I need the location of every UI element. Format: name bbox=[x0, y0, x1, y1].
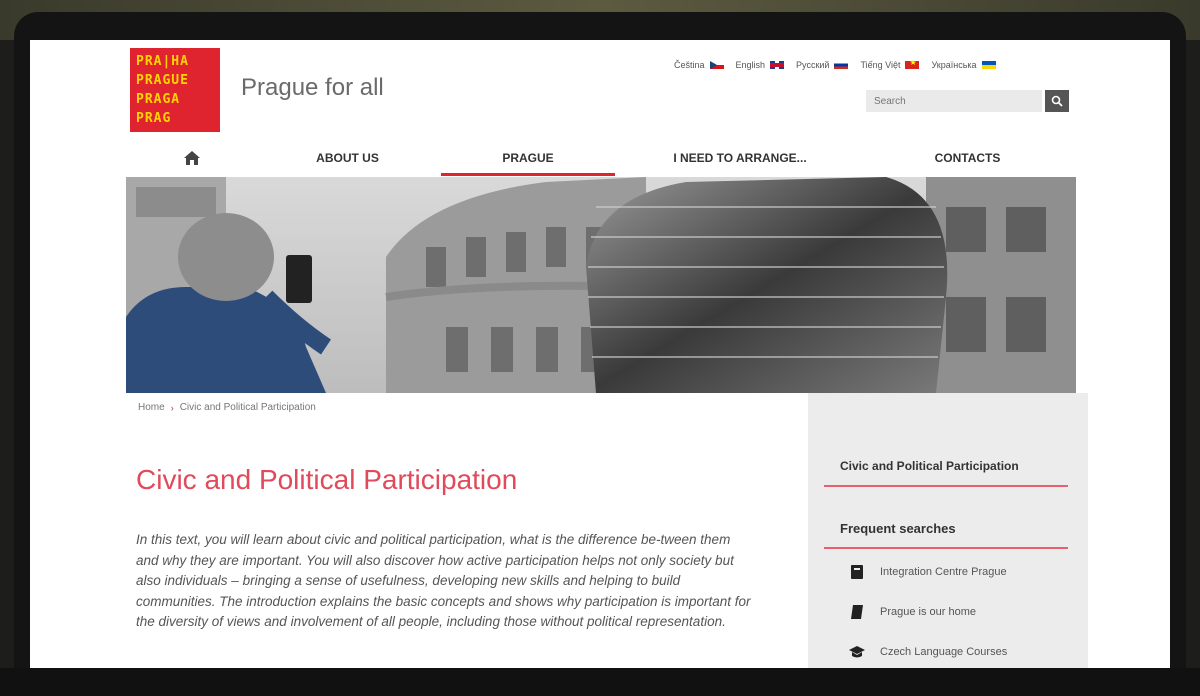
ru-flag-icon bbox=[834, 61, 849, 69]
page-title: Civic and Political Participation bbox=[136, 464, 518, 495]
gb-flag-icon bbox=[770, 61, 785, 69]
main-nav: ABOUT US PRAGUE I NEED TO ARRANGE... CON… bbox=[130, 140, 1070, 176]
lang-label: Русский bbox=[796, 60, 830, 70]
sidebar-current-page[interactable]: Civic and Political Participation bbox=[840, 459, 1019, 473]
breadcrumb-home[interactable]: Home bbox=[138, 402, 165, 413]
lang-czech[interactable]: Čeština bbox=[674, 60, 724, 70]
lang-ukrainian[interactable]: Українська bbox=[931, 60, 996, 70]
intro-paragraph: In this text, you will learn about civic… bbox=[136, 532, 751, 629]
lang-label: English bbox=[735, 60, 766, 70]
divider bbox=[824, 547, 1068, 549]
book-icon bbox=[848, 603, 866, 621]
graduation-cap-icon bbox=[848, 643, 866, 661]
logo-line: PRAGA bbox=[136, 92, 181, 107]
lang-label: Čeština bbox=[674, 60, 705, 70]
sidebar-link-prague-is-our-home[interactable]: Prague is our home bbox=[848, 603, 976, 621]
laptop-bottom-edge bbox=[0, 668, 1200, 696]
sidebar-link-label: Prague is our home bbox=[880, 606, 976, 618]
home-icon bbox=[184, 151, 200, 165]
breadcrumb-separator: › bbox=[170, 402, 174, 413]
breadcrumb: Home › Civic and Political Participation bbox=[138, 402, 316, 413]
site-title: Prague for all bbox=[241, 74, 384, 101]
logo-line: PRA|HA bbox=[136, 54, 189, 69]
book-icon bbox=[848, 563, 866, 581]
nav-about-us[interactable]: ABOUT US bbox=[254, 140, 441, 176]
sidebar: Civic and Political Participation Freque… bbox=[808, 393, 1088, 668]
sidebar-link-integration-centre[interactable]: Integration Centre Prague bbox=[848, 563, 1007, 581]
cz-flag-icon bbox=[709, 61, 724, 69]
ua-flag-icon bbox=[981, 61, 996, 69]
lang-label: Tiếng Việt bbox=[860, 60, 901, 70]
browser-screen: PRA|HA PRAGUE PRAGA PRAG Prague for all … bbox=[30, 40, 1170, 668]
sidebar-link-czech-language-courses[interactable]: Czech Language Courses bbox=[848, 643, 1007, 661]
nav-i-need-to-arrange[interactable]: I NEED TO ARRANGE... bbox=[615, 140, 865, 176]
lang-english[interactable]: English bbox=[736, 60, 785, 70]
frequent-searches-heading: Frequent searches bbox=[840, 521, 956, 536]
sidebar-link-label: Czech Language Courses bbox=[880, 646, 1008, 658]
logo-line: PRAG bbox=[136, 111, 172, 126]
nav-contacts[interactable]: CONTACTS bbox=[865, 140, 1070, 176]
language-switcher: Čeština English Русский Tiếng Việt Украї… bbox=[674, 58, 996, 70]
lang-vietnamese[interactable]: Tiếng Việt bbox=[860, 58, 920, 70]
search-input[interactable] bbox=[866, 90, 1042, 112]
nav-prague[interactable]: PRAGUE bbox=[441, 140, 615, 176]
hero-image bbox=[126, 177, 1076, 393]
logo-line: PRAGUE bbox=[136, 73, 189, 88]
search-button[interactable] bbox=[1045, 90, 1069, 112]
divider bbox=[824, 485, 1068, 487]
hero-kafka-head-photo bbox=[126, 177, 1076, 393]
search-icon bbox=[1051, 95, 1063, 107]
lang-label: Українська bbox=[931, 60, 977, 70]
vn-flag-icon bbox=[905, 58, 920, 69]
praha-logo[interactable]: PRA|HA PRAGUE PRAGA PRAG bbox=[130, 48, 220, 132]
breadcrumb-current: Civic and Political Participation bbox=[179, 402, 316, 413]
lang-russian[interactable]: Русский bbox=[796, 60, 849, 70]
nav-home[interactable] bbox=[130, 140, 254, 176]
sidebar-link-label: Integration Centre Prague bbox=[880, 566, 1007, 578]
